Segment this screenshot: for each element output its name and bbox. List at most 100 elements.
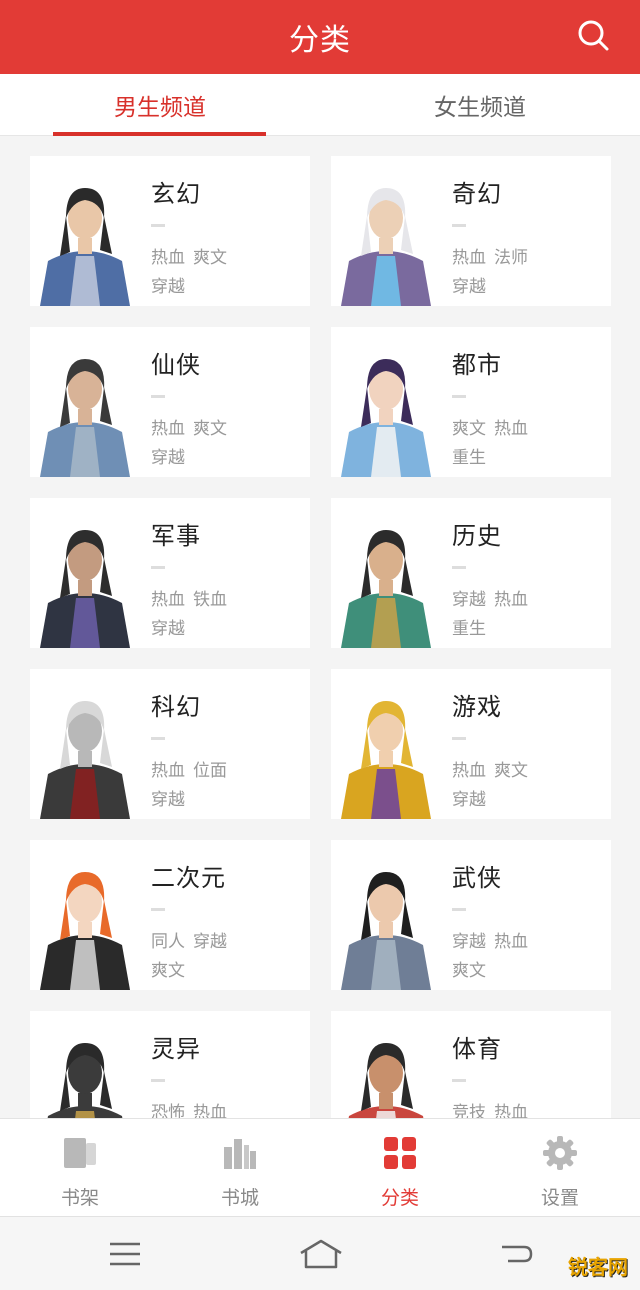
- tag: 重生: [452, 448, 486, 468]
- category-card[interactable]: 玄幻 热血 爽文 穿越: [30, 156, 310, 306]
- tag: 穿越: [151, 619, 185, 639]
- channel-tabs: 男生频道 女生频道: [0, 74, 640, 136]
- tag: 竞技: [452, 1103, 486, 1118]
- tag: 热血: [151, 248, 185, 268]
- category-name: 游戏: [452, 693, 502, 721]
- search-button[interactable]: [576, 18, 610, 52]
- system-navigation-bar: 锐客网: [0, 1216, 640, 1290]
- tag: 穿越: [452, 932, 486, 952]
- character-illustration: [30, 669, 140, 819]
- tag: 爽文: [494, 761, 528, 781]
- tag: 热血: [494, 1103, 528, 1118]
- divider: [452, 566, 466, 569]
- nav-bookstore[interactable]: 书城: [160, 1119, 320, 1217]
- divider: [151, 908, 165, 911]
- category-card[interactable]: 奇幻热血 法师 穿越: [331, 156, 611, 306]
- page-title: 分类: [289, 23, 351, 58]
- tag: 热血: [494, 419, 528, 439]
- tag: 热血: [452, 248, 486, 268]
- category-card[interactable]: 二次元同人 穿越 爽文: [30, 840, 310, 990]
- category-name: 历史: [452, 522, 502, 550]
- category-thumbnail: [30, 1011, 140, 1118]
- nav-category[interactable]: 分类: [320, 1119, 480, 1217]
- character-illustration: [331, 156, 441, 306]
- tag: 热血: [494, 590, 528, 610]
- category-icon: [384, 1137, 416, 1169]
- tag: 爽文: [452, 419, 486, 439]
- divider: [151, 737, 165, 740]
- category-thumbnail: [30, 840, 140, 990]
- top-bar: 分类: [0, 0, 640, 74]
- category-thumbnail: [30, 498, 140, 648]
- character-illustration: [331, 840, 441, 990]
- category-card[interactable]: 灵异 恐怖 热血: [30, 1011, 310, 1118]
- tab-female-channel[interactable]: 女生频道: [320, 74, 640, 136]
- tag: 热血: [494, 932, 528, 952]
- nav-bookshelf[interactable]: 书架: [0, 1119, 160, 1217]
- divider: [151, 224, 165, 227]
- category-name: 武侠: [452, 864, 502, 892]
- category-tags: 爽文 热血 重生: [452, 415, 602, 473]
- tag: 穿越: [452, 790, 486, 810]
- category-thumbnail: [331, 840, 441, 990]
- bookshelf-icon: [64, 1138, 96, 1168]
- tag: 位面: [193, 761, 227, 781]
- character-illustration: [30, 840, 140, 990]
- tag: 穿越: [193, 932, 227, 952]
- divider: [452, 395, 466, 398]
- divider: [452, 1079, 466, 1082]
- category-tags: 热血 法师 穿越: [452, 244, 602, 302]
- nav-label: 书架: [60, 1187, 99, 1209]
- category-name: 科幻: [151, 693, 201, 721]
- tag: 穿越: [151, 448, 185, 468]
- category-tags: 热血 爽文 穿越: [151, 415, 301, 473]
- character-illustration: [331, 498, 441, 648]
- category-name: 二次元: [151, 864, 226, 892]
- category-name: 玄幻: [151, 180, 201, 208]
- app-root: 分类 男生频道 女生频道 玄幻 热血 爽文 穿越 奇幻 热血 法师 穿越 仙侠 热血 爽文 穿越 都市爽…: [0, 0, 640, 1290]
- bookstore-icon: [224, 1139, 256, 1169]
- nav-label: 设置: [540, 1187, 579, 1209]
- tag: 爽文: [193, 248, 227, 268]
- category-thumbnail: [331, 498, 441, 648]
- nav-label: 书城: [220, 1187, 259, 1209]
- character-illustration: [30, 1011, 140, 1118]
- category-tags: 竞技 热血: [452, 1099, 602, 1118]
- category-name: 仙侠: [151, 351, 201, 379]
- divider: [452, 224, 466, 227]
- category-thumbnail: [331, 327, 441, 477]
- category-card[interactable]: 武侠穿越 热血 爽文: [331, 840, 611, 990]
- menu-icon[interactable]: [108, 1241, 142, 1267]
- category-tags: 热血 爽文 穿越: [452, 757, 602, 815]
- tag: 爽文: [452, 961, 486, 981]
- back-icon[interactable]: [498, 1239, 534, 1269]
- category-name: 军事: [151, 522, 201, 550]
- search-icon: [578, 20, 609, 51]
- character-illustration: [30, 327, 140, 477]
- tag: 爽文: [193, 419, 227, 439]
- tag: 铁血: [193, 590, 227, 610]
- tag: 同人: [151, 932, 185, 952]
- tag: 法师: [494, 248, 528, 268]
- character-illustration: [30, 156, 140, 306]
- tag: 穿越: [452, 277, 486, 297]
- category-card[interactable]: 体育 竞技 热血: [331, 1011, 611, 1118]
- category-card[interactable]: 游戏热血 爽文 穿越: [331, 669, 611, 819]
- home-icon[interactable]: [298, 1237, 344, 1271]
- character-illustration: [30, 498, 140, 648]
- category-tags: 同人 穿越 爽文: [151, 928, 301, 986]
- tag: 重生: [452, 619, 486, 639]
- divider: [452, 908, 466, 911]
- tab-male-channel[interactable]: 男生频道: [0, 74, 320, 136]
- category-card[interactable]: 历史 穿越 热血 重生: [331, 498, 611, 648]
- nav-settings[interactable]: 设置: [480, 1119, 640, 1217]
- character-illustration: [331, 327, 441, 477]
- category-card[interactable]: 仙侠热血 爽文 穿越: [30, 327, 310, 477]
- character-illustration: [331, 669, 441, 819]
- category-name: 奇幻: [452, 180, 502, 208]
- category-card[interactable]: 都市 爽文 热血 重生: [331, 327, 611, 477]
- category-card[interactable]: 科幻热血 位面 穿越: [30, 669, 310, 819]
- category-card[interactable]: 军事 热血 铁血 穿越: [30, 498, 310, 648]
- category-tags: 热血 位面 穿越: [151, 757, 301, 815]
- category-thumbnail: [30, 669, 140, 819]
